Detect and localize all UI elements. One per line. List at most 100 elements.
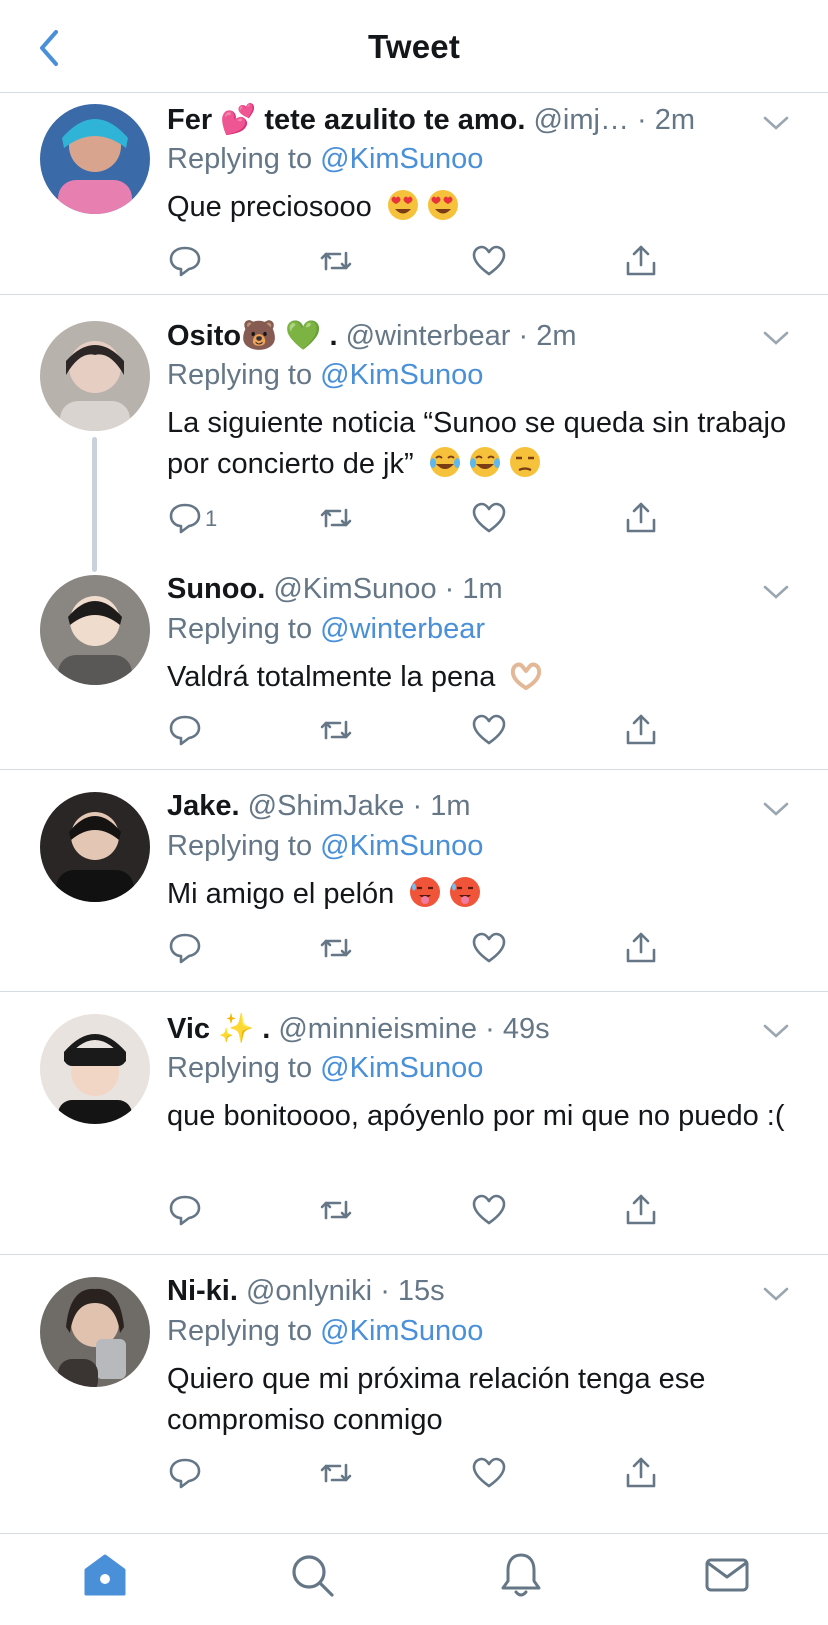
like-button[interactable] [471, 1455, 507, 1491]
hot-face-emoji [408, 875, 442, 909]
tweet-osito[interactable]: Osito🐻 💚 . @winterbear · 2m Replying to … [0, 295, 828, 572]
replying-to: Replying to @KimSunoo [167, 830, 484, 862]
chevron-down-icon[interactable] [761, 113, 791, 133]
display-name[interactable]: Jake. [167, 790, 240, 822]
tweet-sunoo[interactable]: Sunoo. @KimSunoo · 1m Replying to @winte… [0, 560, 828, 770]
display-name[interactable]: Sunoo. [167, 573, 265, 605]
mention-link[interactable]: @KimSunoo [320, 1052, 483, 1084]
replying-to: Replying to @winterbear [167, 613, 485, 645]
tab-messages[interactable] [702, 1550, 752, 1600]
handle[interactable]: @winterbear [346, 320, 511, 352]
avatar[interactable] [40, 321, 150, 431]
share-icon [626, 1194, 656, 1225]
share-icon [626, 714, 656, 745]
share-button[interactable] [623, 930, 659, 966]
replying-to: Replying to @KimSunoo [167, 1315, 484, 1347]
tweet-fer[interactable]: Fer 💕 tete azulito te amo. @imj… · 2m Re… [0, 93, 828, 295]
handle[interactable]: @imj… [533, 104, 628, 136]
heart-eyes-emoji [426, 188, 460, 222]
timestamp: 1m [462, 573, 503, 605]
share-button[interactable] [623, 500, 659, 536]
handle[interactable]: @onlyniki [246, 1275, 372, 1307]
chevron-down-icon[interactable] [761, 799, 791, 819]
reply-button[interactable] [167, 243, 203, 279]
tweet-text: que bonitoooo, apóyenlo por mi que no pu… [167, 1100, 785, 1132]
display-name[interactable]: Vic ✨ . [167, 1013, 270, 1045]
retweet-button[interactable] [318, 712, 354, 748]
like-button[interactable] [471, 500, 507, 536]
heart-hands-emoji [509, 658, 543, 692]
retweet-button[interactable] [318, 1455, 354, 1491]
share-button[interactable] [623, 1192, 659, 1228]
like-button[interactable] [471, 712, 507, 748]
tab-home[interactable] [80, 1550, 130, 1600]
like-button[interactable] [471, 1192, 507, 1228]
display-name[interactable]: Fer 💕 tete azulito te amo. [167, 104, 525, 136]
share-button[interactable] [623, 243, 659, 279]
replying-to: Replying to @KimSunoo [167, 143, 484, 175]
reply-count: 1 [205, 506, 218, 531]
like-button[interactable] [471, 243, 507, 279]
mention-link[interactable]: @KimSunoo [320, 143, 483, 175]
timestamp: 2m [536, 320, 577, 352]
retweet-button[interactable] [318, 1192, 354, 1228]
tweet-vic[interactable]: Vic ✨ . @minnieismine · 49s Replying to … [0, 992, 828, 1255]
mention-link[interactable]: @KimSunoo [320, 830, 483, 862]
tweet-text: Que preciosooo [167, 187, 787, 228]
chevron-down-icon[interactable] [761, 328, 791, 348]
tweet-meta: Jake. @ShimJake · 1m [167, 790, 471, 822]
timestamp: 1m [430, 790, 471, 822]
handle[interactable]: @KimSunoo [273, 573, 436, 605]
tab-bar [0, 1533, 828, 1625]
display-name[interactable]: Ni-ki. [167, 1275, 238, 1307]
tweet-text: Quiero que mi próxima relación tenga ese… [167, 1363, 706, 1436]
retweet-button[interactable] [318, 243, 354, 279]
tweet-meta: Sunoo. @KimSunoo · 1m [167, 573, 503, 605]
replying-to: Replying to @KimSunoo [167, 359, 484, 391]
mention-link[interactable]: @KimSunoo [320, 359, 483, 391]
reply-icon [169, 1458, 201, 1489]
display-name[interactable]: Osito🐻 💚 . [167, 320, 338, 352]
reply-icon [169, 933, 201, 964]
reply-button[interactable] [167, 1455, 203, 1491]
avatar[interactable] [40, 575, 150, 685]
unamused-emoji [508, 445, 542, 479]
share-button[interactable] [623, 712, 659, 748]
tweet-text: La siguiente noticia “Sunoo se queda sin… [167, 407, 787, 480]
tweet-niki[interactable]: Ni-ki. @onlyniki · 15s Replying to @KimS… [0, 1255, 828, 1525]
chevron-down-icon[interactable] [761, 582, 791, 602]
share-button[interactable] [623, 1455, 659, 1491]
avatar[interactable] [40, 1277, 150, 1387]
avatar[interactable] [40, 104, 150, 214]
reply-button[interactable] [167, 1192, 203, 1228]
avatar[interactable] [40, 1014, 150, 1124]
reply-feed: Fer 💕 tete azulito te amo. @imj… · 2m Re… [0, 93, 828, 1525]
heart-icon [472, 932, 506, 963]
retweet-icon [320, 1200, 352, 1220]
reply-icon [169, 503, 201, 534]
tab-notifications[interactable] [496, 1550, 546, 1600]
reply-button[interactable] [167, 712, 203, 748]
handle[interactable]: @ShimJake [248, 790, 405, 822]
replying-to: Replying to @KimSunoo [167, 1052, 484, 1084]
timestamp: 49s [502, 1013, 550, 1045]
chevron-down-icon[interactable] [761, 1021, 791, 1041]
tab-search[interactable] [287, 1550, 337, 1600]
reply-button[interactable] [167, 500, 203, 536]
like-button[interactable] [471, 930, 507, 966]
share-icon [626, 245, 656, 276]
mention-link[interactable]: @winterbear [320, 613, 485, 645]
avatar[interactable] [40, 792, 150, 902]
heart-icon [472, 1194, 506, 1225]
retweet-button[interactable] [318, 500, 354, 536]
hot-face-emoji [448, 875, 482, 909]
tweet-jake[interactable]: Jake. @ShimJake · 1m Replying to @KimSun… [0, 770, 828, 992]
chevron-down-icon[interactable] [761, 1284, 791, 1304]
retweet-icon [320, 251, 352, 271]
messages-icon [705, 1558, 749, 1592]
retweet-button[interactable] [318, 930, 354, 966]
reply-icon [169, 1195, 201, 1226]
reply-button[interactable] [167, 930, 203, 966]
handle[interactable]: @minnieismine [278, 1013, 477, 1045]
mention-link[interactable]: @KimSunoo [320, 1315, 483, 1347]
